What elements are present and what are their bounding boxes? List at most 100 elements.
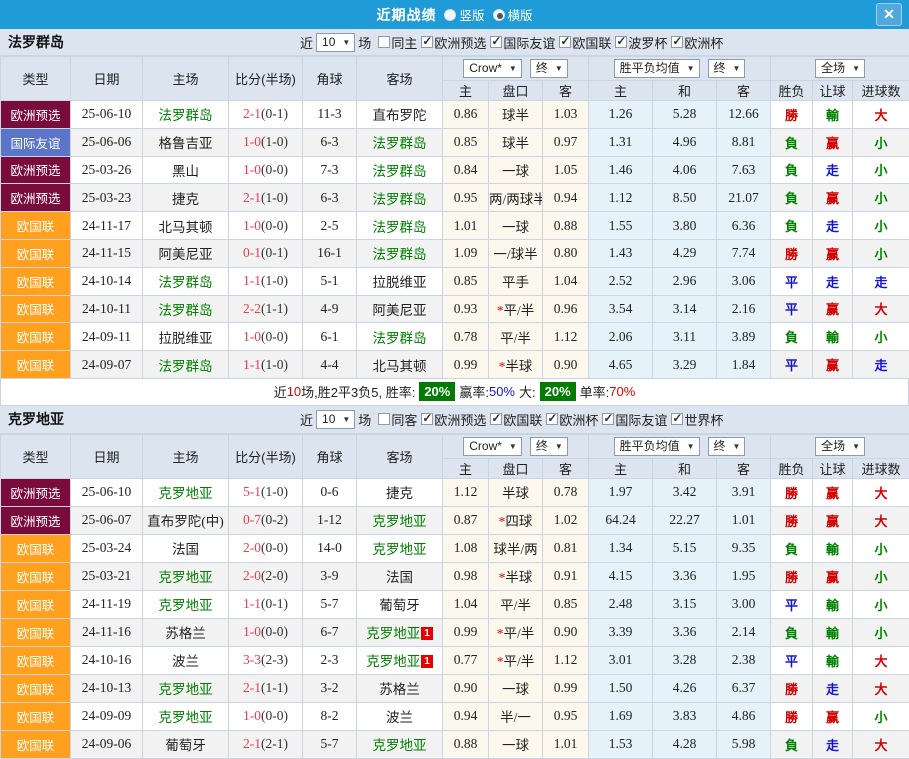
layout-radio-vertical[interactable]: 竖版 [444,5,484,24]
checkbox-icon[interactable] [378,36,390,48]
home-team-cell: 北马其顿 [143,212,229,240]
away-team-name: 苏格兰 [379,682,420,697]
match-score-cell: 1-1(1-0) [229,351,303,379]
checkbox-icon[interactable] [421,413,433,425]
checkbox-icon[interactable] [559,36,571,48]
match-date: 25-03-26 [71,156,143,184]
odds-stage-select[interactable]: 终 [530,437,568,456]
avg-stage-select[interactable]: 终 [708,59,746,78]
checkbox-icon[interactable] [615,36,627,48]
filter-checkbox-item[interactable]: 同主 [378,33,417,52]
filter-checkbox-item[interactable]: 欧洲预选 [421,33,486,52]
checkbox-icon[interactable] [546,413,558,425]
match-score-cell: 0-1(0-1) [229,239,303,267]
filter-checkbox-item[interactable]: 欧国联 [559,33,611,52]
match-score-cell: 2-2(1-1) [229,295,303,323]
avg-away-odds: 21.07 [717,184,771,212]
wdl-average-select[interactable]: 胜平负均值 [614,59,700,78]
corner-count: 5-7 [303,730,357,758]
filter-checkbox-item[interactable]: 同客 [378,410,417,429]
away-team-name: 法罗群岛 [373,136,427,151]
league-type-badge: 欧国联 [1,323,71,351]
summary-prefix: 近 [274,382,287,401]
fulltime-score: 1-1 [243,273,261,288]
big-rate-badge: 20% [540,382,576,401]
goals-flag: 走 [853,351,909,379]
match-date: 24-09-11 [71,323,143,351]
home-team-name: 波兰 [172,654,199,669]
handicap-result-flag: 赢 [813,506,853,534]
checkbox-icon[interactable] [602,413,614,425]
close-button[interactable]: ✕ [876,3,902,26]
home-handicap-odds: 0.93 [443,295,489,323]
avg-draw-odds: 8.50 [653,184,717,212]
avg-stage-select[interactable]: 终 [708,437,746,456]
home-team-name: 法罗群岛 [159,359,213,374]
filter-checkbox-item[interactable]: 欧洲预选 [421,410,486,429]
filter-checkbox-label: 波罗杯 [628,33,667,52]
checkbox-icon[interactable] [490,36,502,48]
avg-away-odds: 3.91 [717,478,771,506]
away-handicap-odds: 0.78 [543,478,589,506]
home-team-cell: 法罗群岛 [143,295,229,323]
away-handicap-odds: 0.94 [543,184,589,212]
goals-flag: 大 [853,506,909,534]
home-team-name: 葡萄牙 [165,738,206,753]
full-match-select[interactable]: 全场 [815,59,865,78]
radio-selected-icon[interactable] [493,9,505,21]
corner-count: 0-6 [303,478,357,506]
fulltime-score: 5-1 [243,484,261,499]
odds-stage-select[interactable]: 终 [530,59,568,78]
checkbox-icon[interactable] [421,36,433,48]
home-handicap-odds: 1.08 [443,534,489,562]
filter-checkbox-item[interactable]: 世界杯 [671,410,723,429]
filter-checkbox-item[interactable]: 国际友谊 [602,410,667,429]
avg-draw-odds: 3.15 [653,590,717,618]
odds-company-select[interactable]: Crow* [463,59,522,78]
full-match-select[interactable]: 全场 [815,437,865,456]
away-team-cell: 法罗群岛 [357,184,443,212]
fulltime-score: 2-2 [243,301,261,316]
col-date: 日期 [71,434,143,478]
handicap-line: 一/球半 [489,239,543,267]
filter-checkbox-item[interactable]: 欧洲杯 [546,410,598,429]
corner-count: 5-1 [303,267,357,295]
checkbox-icon[interactable] [378,413,390,425]
away-team-name: 波兰 [386,710,413,725]
col-handicap: 盘口 [489,81,543,101]
corner-count: 1-12 [303,506,357,534]
odds-company-select[interactable]: Crow* [463,437,522,456]
filter-checkbox-item[interactable]: 欧国联 [490,410,542,429]
checkbox-icon[interactable] [490,413,502,425]
home-team-cell: 法罗群岛 [143,101,229,129]
checkbox-icon[interactable] [671,413,683,425]
match-score-cell: 2-1(1-1) [229,674,303,702]
filter-checkbox-item[interactable]: 波罗杯 [615,33,667,52]
away-team-cell: 法国 [357,562,443,590]
match-score-cell: 5-1(1-0) [229,478,303,506]
layout-radio-horizontal[interactable]: 横版 [493,5,533,24]
filter-checkbox-item[interactable]: 欧洲杯 [671,33,723,52]
league-type-badge: 欧国联 [1,212,71,240]
corner-count: 2-3 [303,646,357,674]
away-team-name: 直布罗陀 [373,108,427,123]
goals-flag: 大 [853,646,909,674]
handicap-result-flag: 輸 [813,101,853,129]
avg-away-odds: 8.81 [717,128,771,156]
match-count-select[interactable]: 10 [316,33,355,52]
home-team-name: 克罗地亚 [159,682,213,697]
match-row: 欧国联25-03-24法国2-0(0-0)14-0克罗地亚1.08球半/两0.8… [1,534,909,562]
radio-unselected-icon[interactable] [444,9,456,21]
wdl-average-select[interactable]: 胜平负均值 [614,437,700,456]
filter-checkbox-item[interactable]: 国际友谊 [490,33,555,52]
fulltime-score: 2-1 [243,190,261,205]
competition-filter-group: 同主欧洲预选国际友谊欧国联波罗杯欧洲杯 [374,33,723,52]
checkbox-icon[interactable] [671,36,683,48]
halftime-score: (1-1) [261,680,288,695]
handicap-line: *平/半 [489,646,543,674]
home-team-name: 北马其顿 [159,220,213,235]
odds-select-cell: Crow* 终 [443,57,589,81]
away-team-cell: 克罗地亚 [357,730,443,758]
match-count-select[interactable]: 10 [316,410,355,429]
league-type-badge: 欧国联 [1,267,71,295]
